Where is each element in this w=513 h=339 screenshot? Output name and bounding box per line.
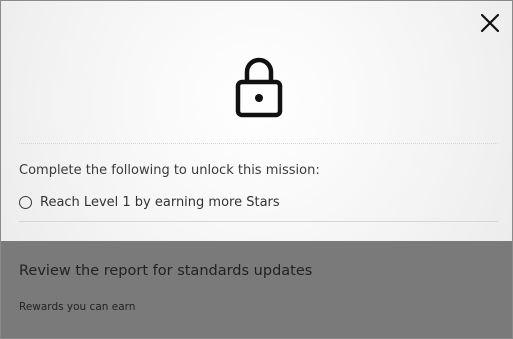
rewards-label: Rewards you can earn [19,301,136,313]
mission-title: Review the report for standards updates [19,263,313,279]
incomplete-circle-icon [19,196,32,209]
lock-icon [235,56,283,118]
mission-overlay-panel: Review the report for standards updates … [1,241,512,338]
divider [19,143,498,144]
close-icon [480,13,500,33]
unlock-prompt: Complete the following to unlock this mi… [19,163,320,178]
close-button[interactable] [478,11,502,35]
requirement-item[interactable]: Reach Level 1 by earning more Stars [19,195,280,210]
unlock-mission-dialog: Complete the following to unlock this mi… [0,0,513,339]
requirement-label: Reach Level 1 by earning more Stars [40,195,280,210]
divider [19,221,498,222]
